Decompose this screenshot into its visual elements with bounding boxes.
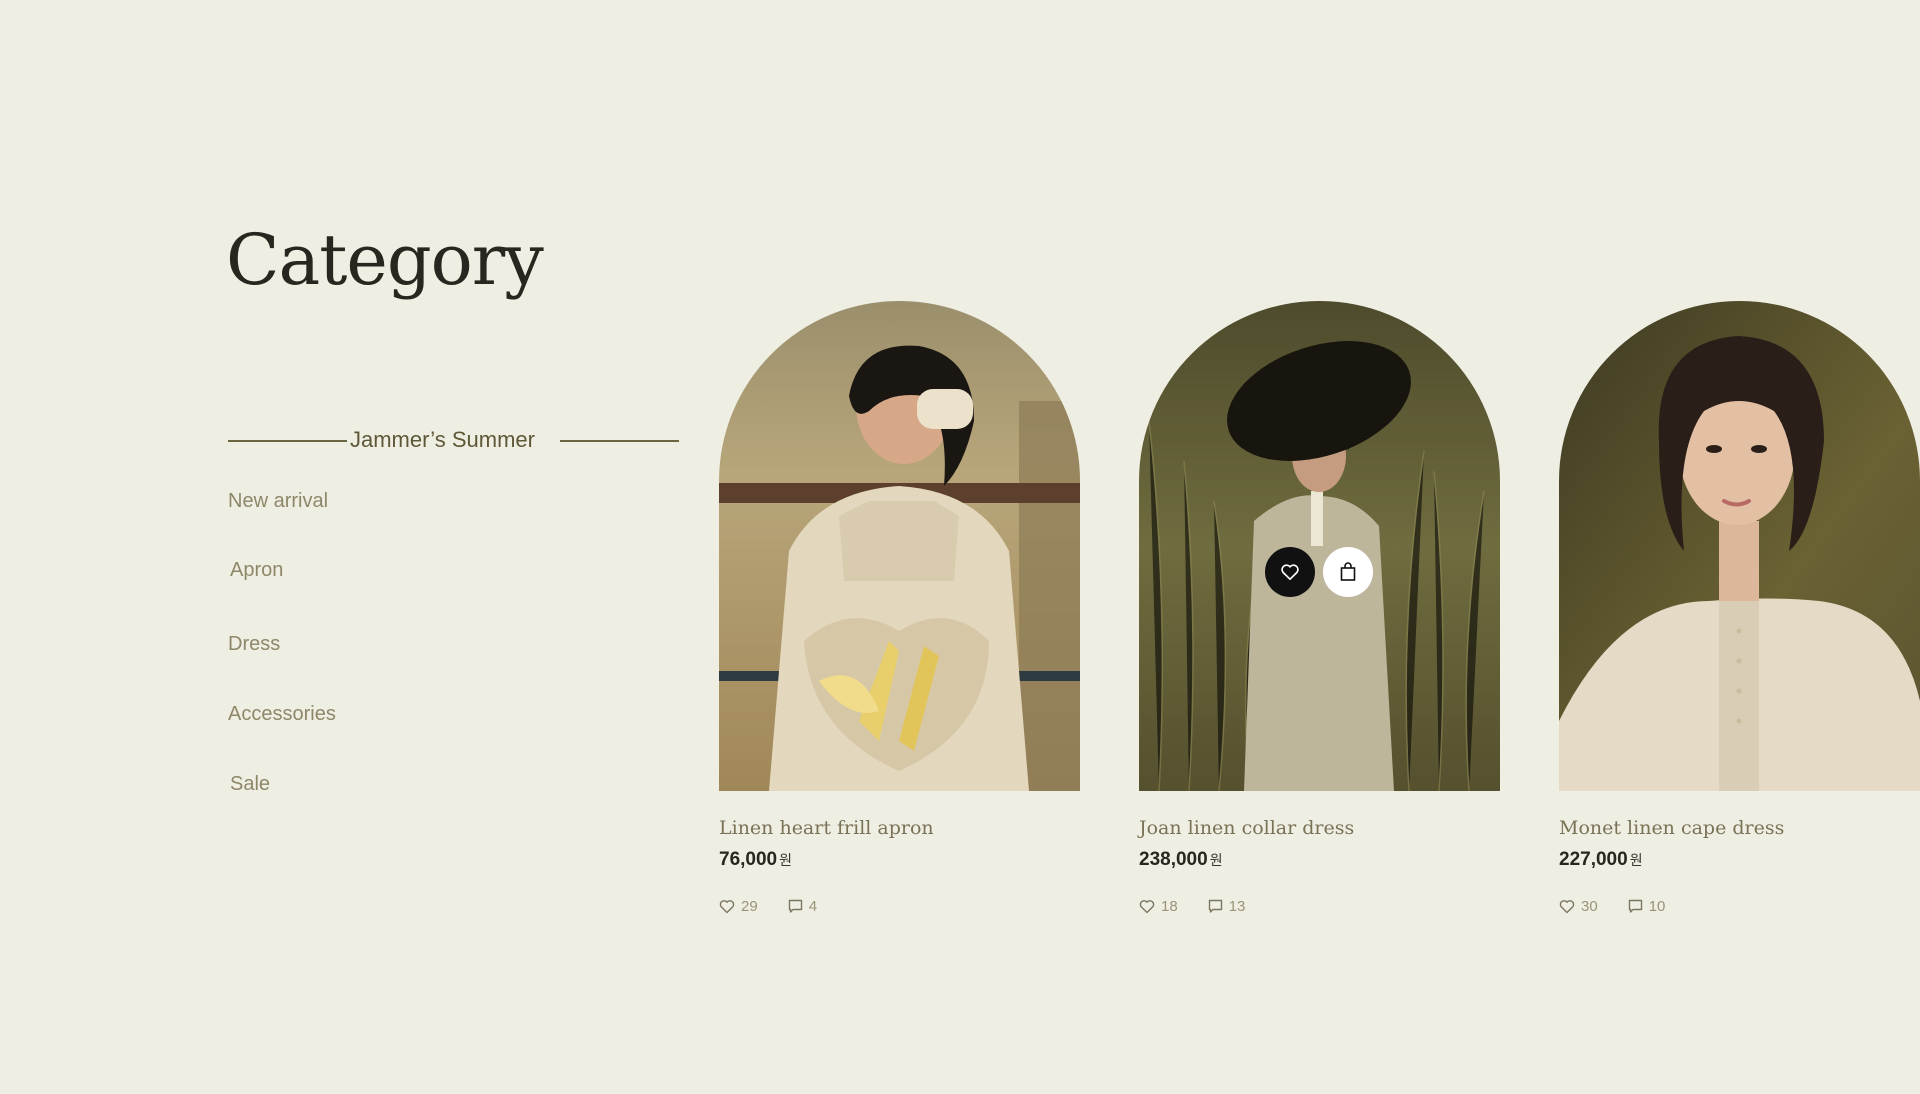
product-card[interactable]: Linen heart frill apron 76,000 원 29 4 [719,301,1080,915]
wishlist-button[interactable] [1265,547,1315,597]
page-title: Category [226,219,544,301]
shopping-bag-icon [1340,562,1356,581]
heart-icon [1139,900,1155,914]
sidebar-item-new-arrival[interactable]: New arrival [228,488,328,514]
divider-left [228,440,347,442]
price-currency: 원 [1629,852,1643,868]
sidebar-item-sale[interactable]: Sale [230,771,270,797]
like-count[interactable]: 30 [1559,898,1598,915]
like-count[interactable]: 18 [1139,898,1178,915]
quick-actions [1265,547,1373,597]
product-card[interactable]: Monet linen cape dress 227,000 원 30 10 [1559,301,1920,915]
sidebar-item-dress[interactable]: Dress [228,631,280,657]
product-stats: 18 13 [1139,898,1500,915]
product-stats: 29 4 [719,898,1080,915]
like-count[interactable]: 29 [719,898,758,915]
apron-photo-icon[interactable] [719,301,1080,791]
price-value: 227,000 [1559,849,1628,870]
collection-heading[interactable]: Jammer’s Summer [228,420,679,468]
comment-icon [1208,899,1222,913]
comment-icon [1628,899,1642,913]
collection-title[interactable]: Jammer’s Summer [350,426,535,454]
heart-icon [719,900,735,914]
comment-count[interactable]: 4 [788,898,817,915]
category-sidebar: Jammer’s Summer New arrival Apron Dress … [228,420,679,795]
sidebar-item-accessories[interactable]: Accessories [228,701,336,727]
product-name[interactable]: Monet linen cape dress [1559,815,1920,841]
product-price: 227,000 원 [1559,848,1920,872]
product-card[interactable]: Joan linen collar dress 238,000 원 18 13 [1139,301,1500,915]
add-to-cart-button[interactable] [1323,547,1373,597]
comment-count[interactable]: 10 [1628,898,1665,915]
cape-dress-photo-icon[interactable] [1559,301,1920,791]
product-name[interactable]: Linen heart frill apron [719,815,1080,841]
dress-photo-icon[interactable] [1139,301,1500,791]
product-name[interactable]: Joan linen collar dress [1139,815,1500,841]
divider-right [560,440,679,442]
price-currency: 원 [779,852,793,868]
product-stats: 30 10 [1559,898,1920,915]
heart-icon [1559,900,1575,914]
heart-icon [1281,564,1299,581]
price-value: 76,000 [719,849,778,870]
sidebar-item-apron[interactable]: Apron [230,557,283,583]
comment-icon [788,899,802,913]
product-price: 238,000 원 [1139,848,1500,872]
comment-count[interactable]: 13 [1208,898,1245,915]
price-currency: 원 [1209,852,1223,868]
product-price: 76,000 원 [719,848,1080,872]
price-value: 238,000 [1139,849,1208,870]
